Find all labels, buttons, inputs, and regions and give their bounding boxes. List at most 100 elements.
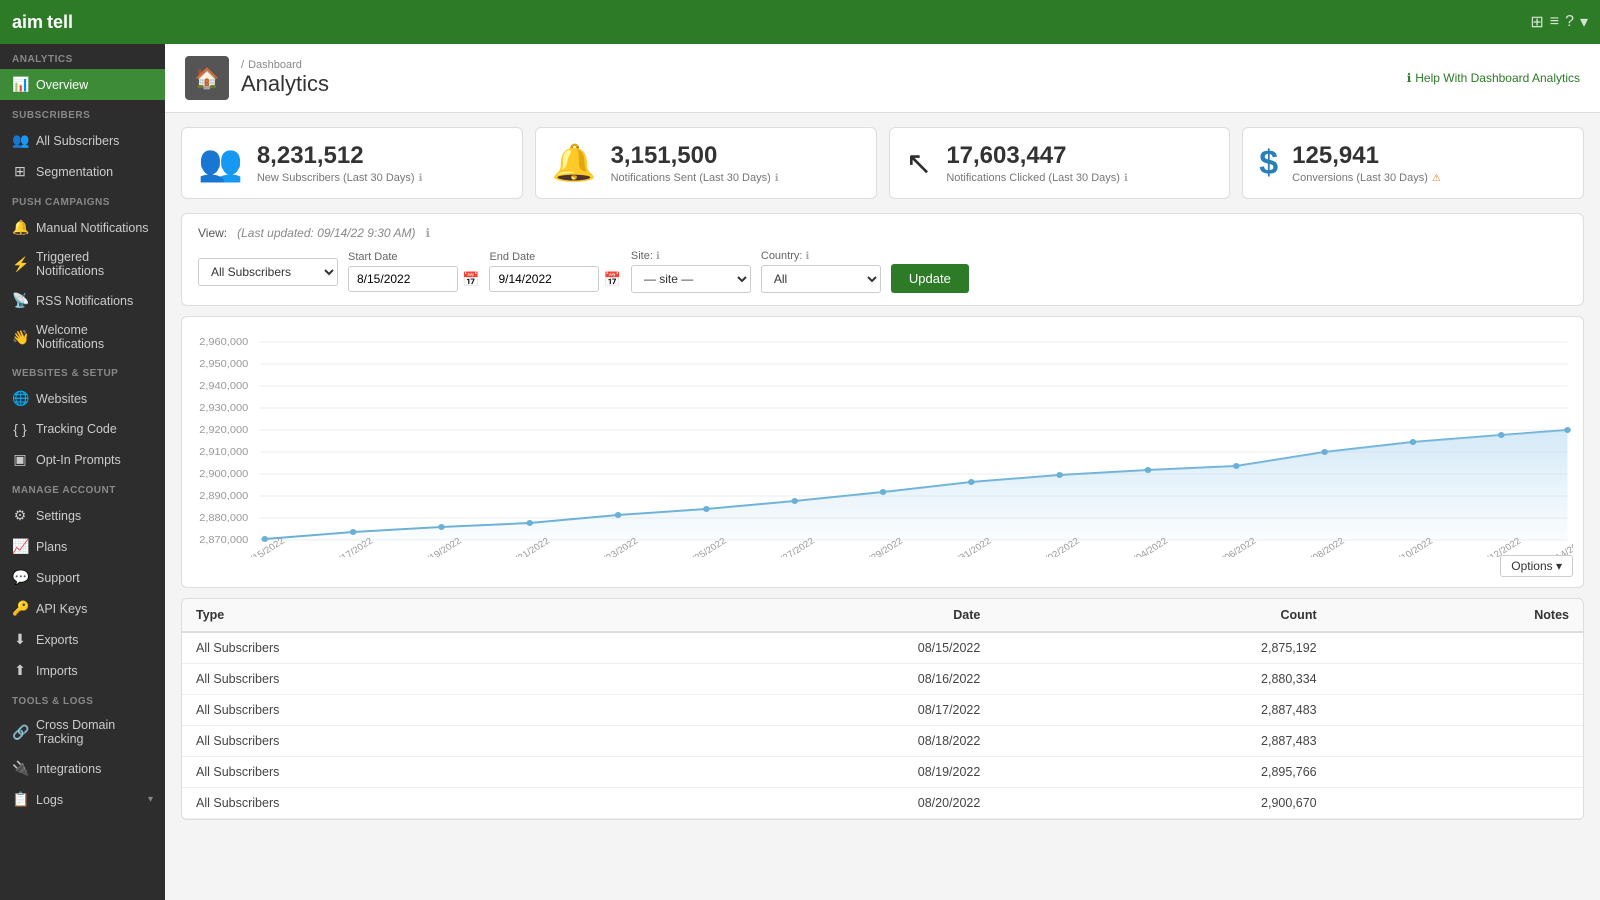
main-content: 🏠 / Dashboard Analytics ℹ Help With Dash… bbox=[165, 44, 1600, 900]
sidebar-item-websites[interactable]: 🌐 Websites bbox=[0, 383, 165, 414]
clicked-value: 17,603,447 bbox=[946, 142, 1127, 170]
sent-value: 3,151,500 bbox=[611, 142, 779, 170]
chart-options-button[interactable]: Options ▾ bbox=[1500, 555, 1573, 577]
code-icon: { } bbox=[12, 421, 28, 437]
chevron-down-icon: ▾ bbox=[148, 794, 153, 805]
svg-text:2,940,000: 2,940,000 bbox=[199, 380, 248, 391]
sidebar-item-tracking-code[interactable]: { } Tracking Code bbox=[0, 414, 165, 444]
end-date-input[interactable] bbox=[489, 266, 599, 292]
expand-icon[interactable]: ▾ bbox=[1580, 12, 1588, 32]
sidebar-item-label: Exports bbox=[36, 633, 153, 647]
country-label: Country: ℹ bbox=[761, 250, 881, 262]
cell-type: All Subscribers bbox=[182, 632, 630, 664]
help-link-text: Help With Dashboard Analytics bbox=[1415, 71, 1580, 85]
subscribers-label: New Subscribers (Last 30 Days) ℹ bbox=[257, 172, 423, 184]
svg-text:2,910,000: 2,910,000 bbox=[199, 446, 248, 457]
sidebar-item-imports[interactable]: ⬆ Imports bbox=[0, 655, 165, 686]
svg-text:2,890,000: 2,890,000 bbox=[199, 490, 248, 501]
top-nav: aimtell ⊞ ≡ ? ▾ bbox=[0, 0, 1600, 44]
sidebar-item-welcome-notifications[interactable]: 👋 Welcome Notifications bbox=[0, 316, 165, 358]
view-select[interactable]: All Subscribers bbox=[198, 258, 338, 286]
col-date: Date bbox=[630, 599, 994, 632]
section-websites-setup: WEBSITES & SETUP bbox=[0, 358, 165, 383]
end-date-row: 📅 bbox=[489, 266, 620, 292]
sidebar-item-plans[interactable]: 📈 Plans bbox=[0, 531, 165, 562]
sidebar-item-support[interactable]: 💬 Support bbox=[0, 562, 165, 593]
sidebar-item-cross-domain[interactable]: 🔗 Cross Domain Tracking bbox=[0, 711, 165, 753]
sidebar-item-label: Integrations bbox=[36, 762, 153, 776]
segmentation-icon: ⊞ bbox=[12, 163, 28, 180]
sent-label: Notifications Sent (Last 30 Days) ℹ bbox=[611, 172, 779, 184]
plans-icon: 📈 bbox=[12, 538, 28, 555]
websites-icon: 🌐 bbox=[12, 390, 28, 407]
stat-cards: 👥 8,231,512 New Subscribers (Last 30 Day… bbox=[165, 113, 1600, 213]
sidebar-item-settings[interactable]: ⚙ Settings bbox=[0, 500, 165, 531]
sidebar-item-label: Segmentation bbox=[36, 165, 153, 179]
exports-icon: ⬇ bbox=[12, 631, 28, 648]
info-icon: ℹ bbox=[425, 226, 430, 240]
breadcrumb: / Dashboard bbox=[241, 59, 329, 71]
sidebar-item-logs[interactable]: 📋 Logs ▾ bbox=[0, 784, 165, 815]
sidebar-item-label: Settings bbox=[36, 509, 153, 523]
settings-icon: ⚙ bbox=[12, 507, 28, 524]
sidebar-item-label: Tracking Code bbox=[36, 422, 153, 436]
sidebar-item-label: Triggered Notifications bbox=[36, 250, 153, 278]
table-row: All Subscribers 08/17/2022 2,887,483 bbox=[182, 695, 1583, 726]
table-row: All Subscribers 08/18/2022 2,887,483 bbox=[182, 726, 1583, 757]
cell-notes bbox=[1331, 664, 1583, 695]
sidebar-item-overview[interactable]: 📊 Overview bbox=[0, 69, 165, 100]
stat-card-content: 3,151,500 Notifications Sent (Last 30 Da… bbox=[611, 142, 779, 184]
help-icon[interactable]: ? bbox=[1565, 13, 1574, 31]
clicked-label: Notifications Clicked (Last 30 Days) ℹ bbox=[946, 172, 1127, 184]
cell-date: 08/15/2022 bbox=[630, 632, 994, 664]
sidebar-item-label: Overview bbox=[36, 78, 153, 92]
overview-icon: 📊 bbox=[12, 76, 28, 93]
calendar-icon[interactable]: 📅 bbox=[603, 271, 620, 288]
integrations-icon: 🔌 bbox=[12, 760, 28, 777]
logo-aim-text: aim bbox=[12, 12, 43, 33]
grid-icon[interactable]: ⊞ bbox=[1530, 12, 1543, 32]
filter-controls: All Subscribers Start Date 📅 End Date 📅 bbox=[198, 250, 1567, 293]
cell-notes bbox=[1331, 632, 1583, 664]
start-date-input[interactable] bbox=[348, 266, 458, 292]
layout: ANALYTICS 📊 Overview SUBSCRIBERS 👥 All S… bbox=[0, 44, 1600, 900]
end-date-label: End Date bbox=[489, 251, 620, 263]
site-label: Site: ℹ bbox=[631, 250, 751, 262]
home-icon[interactable]: 🏠 bbox=[185, 56, 229, 100]
filter-bar: View: (Last updated: 09/14/22 9:30 AM) ℹ… bbox=[181, 213, 1584, 306]
logo: aimtell bbox=[12, 12, 73, 33]
site-select[interactable]: — site — bbox=[631, 265, 751, 293]
update-button[interactable]: Update bbox=[891, 264, 969, 293]
help-link[interactable]: ℹ Help With Dashboard Analytics bbox=[1407, 71, 1580, 85]
svg-text:2,960,000: 2,960,000 bbox=[199, 336, 248, 347]
end-date-group: End Date 📅 bbox=[489, 251, 620, 292]
sidebar-item-rss-notifications[interactable]: 📡 RSS Notifications bbox=[0, 285, 165, 316]
subscribers-stat-icon: 👥 bbox=[198, 142, 243, 184]
sidebar-item-label: Websites bbox=[36, 392, 153, 406]
warning-icon: ⚠ bbox=[1432, 173, 1441, 184]
sidebar-item-triggered-notifications[interactable]: ⚡ Triggered Notifications bbox=[0, 243, 165, 285]
table-row: All Subscribers 08/19/2022 2,895,766 bbox=[182, 757, 1583, 788]
calendar-icon[interactable]: 📅 bbox=[462, 271, 479, 288]
cell-date: 08/19/2022 bbox=[630, 757, 994, 788]
update-btn-wrapper: Update bbox=[891, 250, 969, 293]
country-select[interactable]: All bbox=[761, 265, 881, 293]
svg-text:2,930,000: 2,930,000 bbox=[199, 402, 248, 413]
page-title-area: / Dashboard Analytics bbox=[241, 59, 329, 97]
bars-icon[interactable]: ≡ bbox=[1550, 13, 1559, 31]
col-count: Count bbox=[994, 599, 1330, 632]
sidebar-item-opt-in-prompts[interactable]: ▣ Opt-In Prompts bbox=[0, 444, 165, 475]
conversions-label: Conversions (Last 30 Days) ⚠ bbox=[1292, 172, 1441, 184]
sidebar-item-label: Cross Domain Tracking bbox=[36, 718, 153, 746]
cursor-stat-icon: ↖ bbox=[906, 144, 933, 182]
sidebar-item-api-keys[interactable]: 🔑 API Keys bbox=[0, 593, 165, 624]
table-row: All Subscribers 08/20/2022 2,900,670 bbox=[182, 788, 1583, 819]
cell-type: All Subscribers bbox=[182, 664, 630, 695]
cell-date: 08/20/2022 bbox=[630, 788, 994, 819]
sidebar-item-exports[interactable]: ⬇ Exports bbox=[0, 624, 165, 655]
sidebar-item-segmentation[interactable]: ⊞ Segmentation bbox=[0, 156, 165, 187]
sidebar-item-manual-notifications[interactable]: 🔔 Manual Notifications bbox=[0, 212, 165, 243]
sidebar-item-all-subscribers[interactable]: 👥 All Subscribers bbox=[0, 125, 165, 156]
view-label: View: bbox=[198, 226, 227, 240]
sidebar-item-integrations[interactable]: 🔌 Integrations bbox=[0, 753, 165, 784]
